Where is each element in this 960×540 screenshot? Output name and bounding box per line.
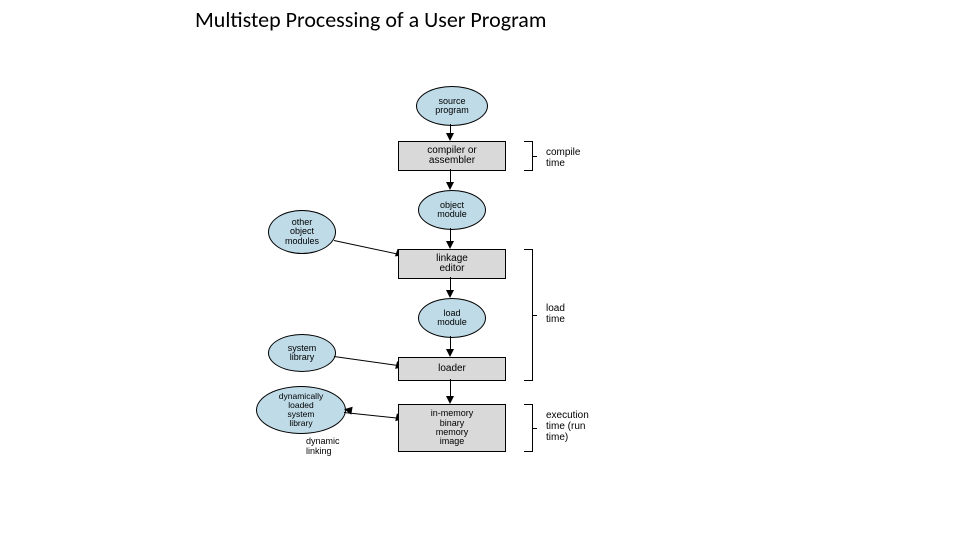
brace-icon xyxy=(524,249,533,381)
arrowhead-icon xyxy=(446,133,454,141)
phase-execution-time: executiontime (runtime) xyxy=(546,410,589,443)
edge xyxy=(450,169,451,183)
brace-icon xyxy=(524,141,533,171)
arrowhead-icon xyxy=(343,405,352,414)
phase-compile-time: compiletime xyxy=(546,147,580,169)
phase-load-time: loadtime xyxy=(546,303,565,325)
edge xyxy=(334,240,403,256)
node-source-program: sourceprogram xyxy=(416,86,488,126)
node-linkage-editor: linkageeditor xyxy=(398,249,506,279)
edge xyxy=(450,277,451,291)
node-memory-image: in-memorybinarymemoryimage xyxy=(398,404,506,452)
node-system-library: systemlibrary xyxy=(268,334,336,372)
edge xyxy=(450,379,451,397)
edge xyxy=(450,228,451,242)
node-compiler: compiler orassembler xyxy=(398,141,506,171)
arrowhead-icon xyxy=(446,396,454,404)
arrowhead-icon xyxy=(446,182,454,190)
node-load-module: loadmodule xyxy=(418,298,486,338)
node-dynamic-library: dynamicallyloadedsystemlibrary xyxy=(256,386,346,434)
brace-icon xyxy=(524,404,533,452)
node-other-object-modules: otherobjectmodules xyxy=(268,210,336,254)
diagram-canvas: sourceprogram compiler orassembler objec… xyxy=(0,0,960,540)
edge xyxy=(450,336,451,350)
arrowhead-icon xyxy=(446,241,454,249)
node-object-module: objectmodule xyxy=(418,190,486,230)
arrowhead-icon xyxy=(446,290,454,298)
arrowhead-icon xyxy=(446,349,454,357)
edge xyxy=(334,356,403,367)
label-dynamic-linking: dynamiclinking xyxy=(306,436,340,456)
node-loader: loader xyxy=(398,357,506,381)
